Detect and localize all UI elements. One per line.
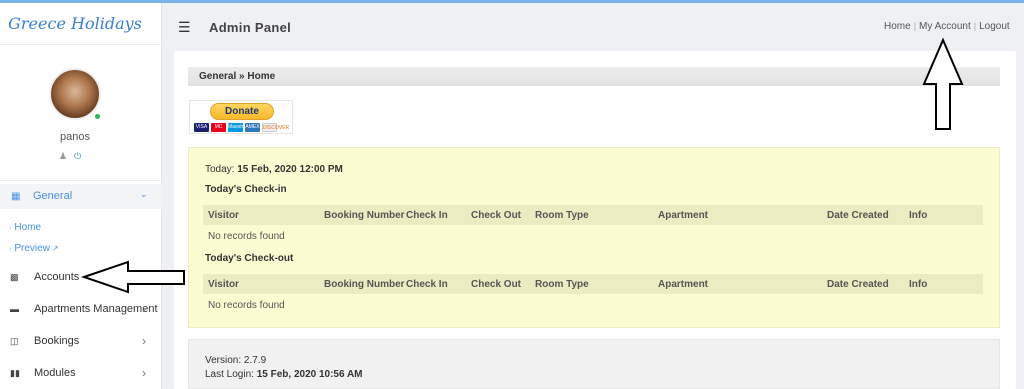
annotation-overlay — [80, 37, 964, 294]
arrow-up-icon — [922, 37, 964, 130]
arrow-left-icon — [80, 260, 185, 294]
